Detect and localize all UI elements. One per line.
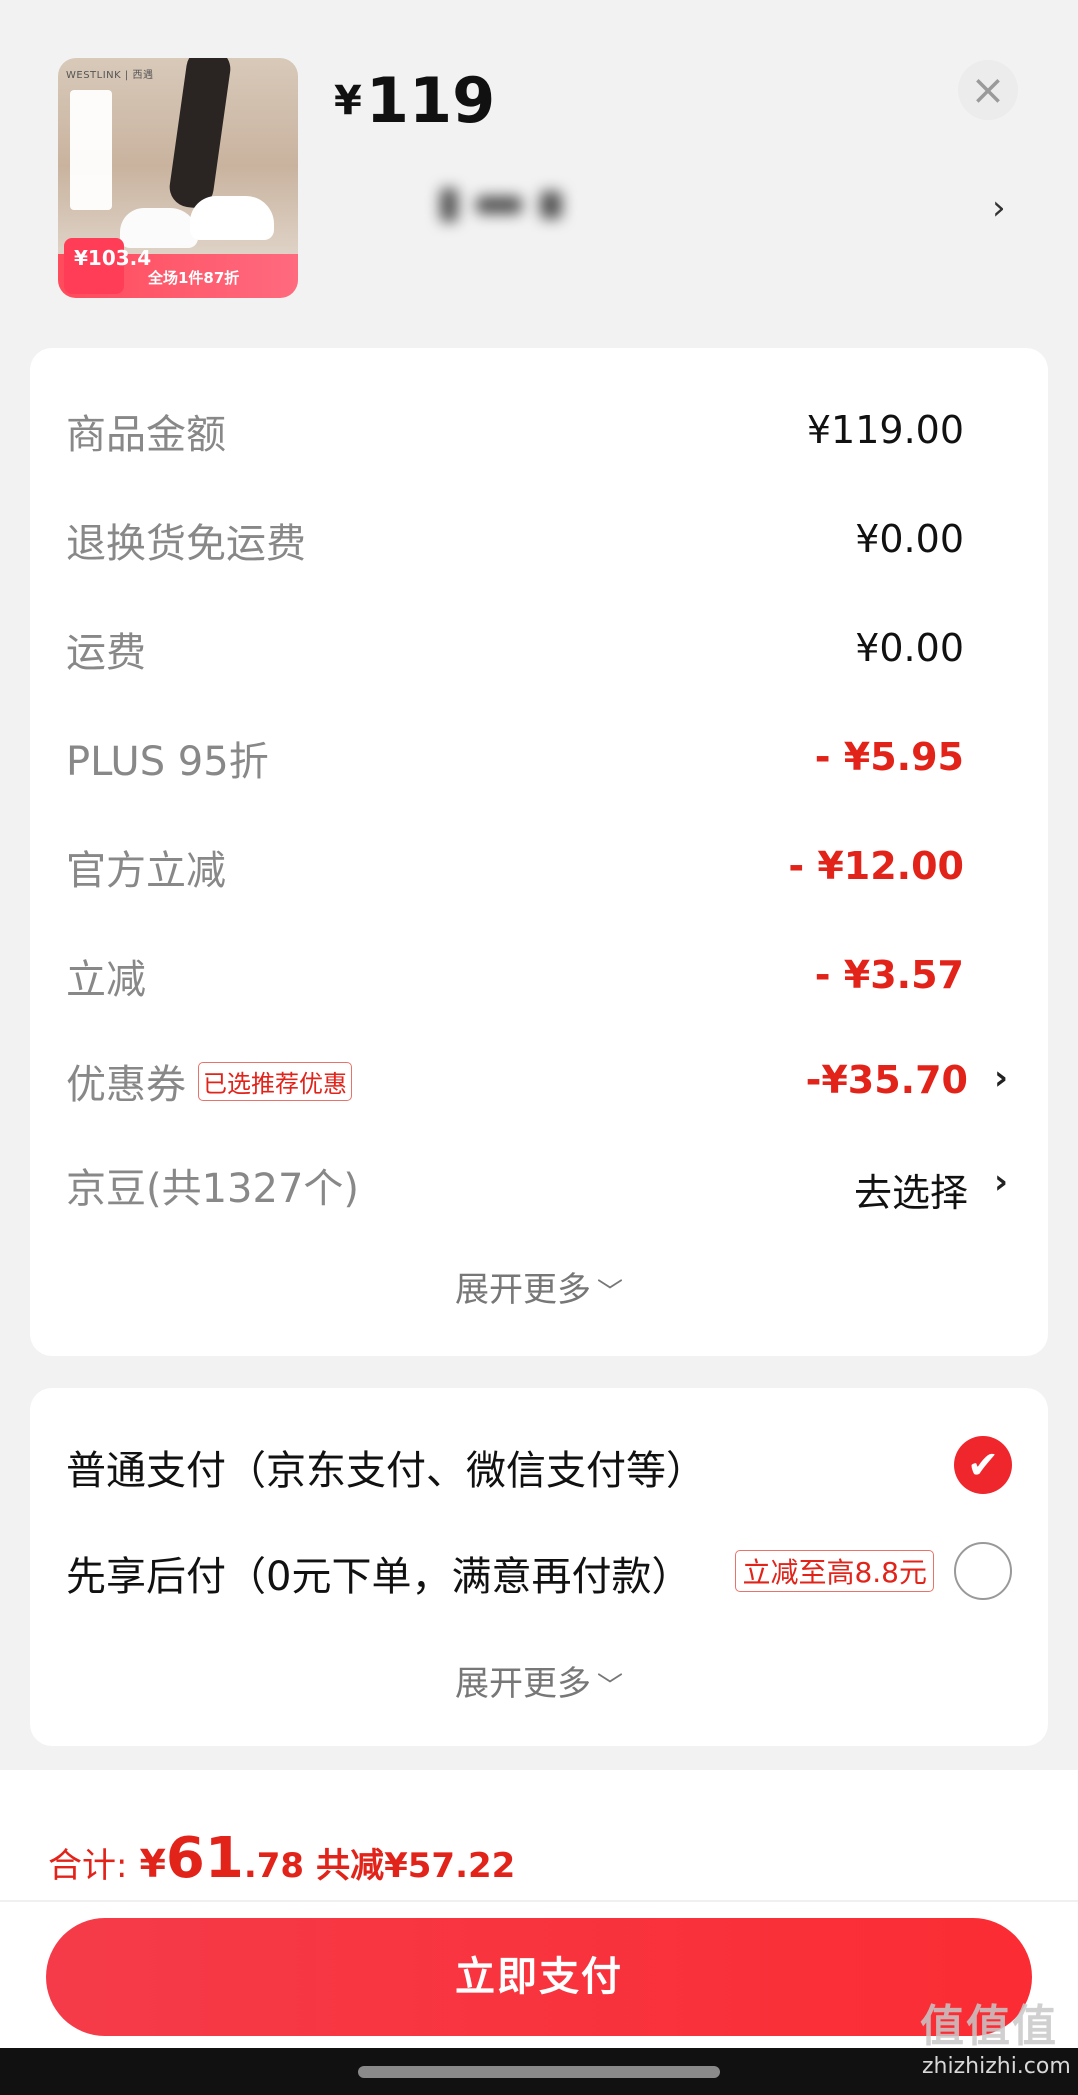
thumbnail-price: ¥103.4 [74,246,152,270]
summary-discount-value: - ¥12.00 [788,844,964,888]
divider [0,1900,1078,1902]
thumbnail-leg-graphic [167,58,233,211]
sku-selection-blurred[interactable] [440,188,620,228]
watermark-logo: 值值值 [920,2001,1058,2052]
price-summary-panel: 商品金额 ¥119.00 退换货免运费 ¥0.00 运费 ¥0.00 PLUS … [30,348,1048,1356]
summary-value: ¥119.00 [806,408,964,452]
total-label: 合计: [48,1846,128,1886]
chevron-down-icon: ﹀ [596,1278,623,1308]
expand-more-label: 展开更多 [454,1664,591,1704]
payment-expand-more[interactable]: 展开更多 ﹀ [30,1656,1048,1705]
expand-more-label: 展开更多 [454,1270,591,1310]
total-decimal: .78 [243,1846,305,1886]
summary-discount-value: - ¥3.57 [814,953,964,997]
summary-label: 立减 [66,957,146,1003]
shoe-right-graphic [190,196,274,240]
home-indicator[interactable] [358,2066,720,2078]
sku-chevron-icon[interactable]: › [992,188,1006,228]
coupon-recommended-tag: 已选推荐优惠 [198,1062,352,1101]
summary-row-return-shipping: 退换货免运费 ¥0.00 [30,511,1048,571]
summary-discount-value: - ¥5.95 [814,735,964,779]
chevron-down-icon: ﹀ [596,1672,623,1702]
close-button[interactable]: × [958,60,1018,120]
order-total: 合计: ¥61.78 共减¥57.22 [48,1826,515,1891]
radio-checked-icon[interactable]: ✔ [954,1436,1012,1494]
price-currency: ¥ [334,78,362,124]
summary-value: ¥0.00 [855,517,964,561]
payment-option-pay-later[interactable]: 先享后付（0元下单，满意再付款） 立减至高8.8元 [30,1536,1048,1606]
payment-method-panel: 普通支付（京东支付、微信支付等） ✔ 先享后付（0元下单，满意再付款） 立减至高… [30,1388,1048,1746]
thumbnail-promo-text: 全场1件87折 [148,269,240,287]
summary-label: 优惠券 已选推荐优惠 [66,1052,352,1110]
shoe-left-graphic [120,208,198,248]
coupon-value: -¥35.70 [805,1058,968,1102]
thumbnail-price-badge: ¥103.4 [64,238,151,294]
payment-option-normal[interactable]: 普通支付（京东支付、微信支付等） ✔ [30,1430,1048,1500]
pay-now-button[interactable]: 立即支付 [46,1918,1032,2036]
summary-label: 运费 [66,630,146,676]
summary-row-plus-discount: PLUS 95折 - ¥5.95 [30,729,1048,789]
summary-expand-more[interactable]: 展开更多 ﹀ [30,1262,1048,1311]
payment-option-label: 普通支付（京东支付、微信支付等） [66,1448,706,1494]
summary-label: 退换货免运费 [66,521,306,567]
summary-label: 京豆(共1327个) [66,1166,360,1212]
product-price: ¥119 [334,64,495,137]
product-thumbnail[interactable]: WESTLINK | 西遇 ¥103.4 全场1件87折 [58,58,298,298]
watermark-url: zhizhizhi.com [922,2054,1071,2079]
thumbnail-inset-card [70,90,112,210]
summary-row-instant-discount: 立减 - ¥3.57 [30,947,1048,1007]
price-value: 119 [365,64,496,137]
summary-row-shipping: 运费 ¥0.00 [30,620,1048,680]
pay-later-discount-tag: 立减至高8.8元 [735,1550,934,1592]
total-currency: ¥ [139,1842,166,1886]
summary-row-coupon[interactable]: 优惠券 已选推荐优惠 -¥35.70 › [30,1052,1048,1112]
summary-row-goods-amount: 商品金额 ¥119.00 [30,402,1048,462]
payment-option-label: 先享后付（0元下单，满意再付款） [66,1554,692,1600]
total-integer: 61 [165,1826,244,1891]
jd-beans-select: 去选择 [853,1171,968,1215]
summary-label: 官方立减 [66,848,226,894]
thumbnail-brand-text: WESTLINK | 西遇 [66,70,154,81]
summary-label: 商品金额 [66,412,226,458]
summary-label: PLUS 95折 [66,739,269,785]
summary-value: ¥0.00 [855,626,964,670]
coupon-label: 优惠券 [66,1062,186,1108]
checkout-bar: 合计: ¥61.78 共减¥57.22 立即支付 [0,1770,1078,2095]
total-saved: 共减¥57.22 [316,1846,516,1886]
summary-row-official-discount: 官方立减 - ¥12.00 [30,838,1048,898]
coupon-chevron-icon: › [993,1058,1008,1098]
close-icon: × [970,65,1006,114]
thumbnail-promo-banner: ¥103.4 全场1件87折 [58,238,298,298]
jd-beans-chevron-icon: › [993,1162,1008,1202]
summary-row-jd-beans[interactable]: 京豆(共1327个) 去选择 › [30,1156,1048,1216]
radio-unchecked-icon[interactable] [954,1542,1012,1600]
